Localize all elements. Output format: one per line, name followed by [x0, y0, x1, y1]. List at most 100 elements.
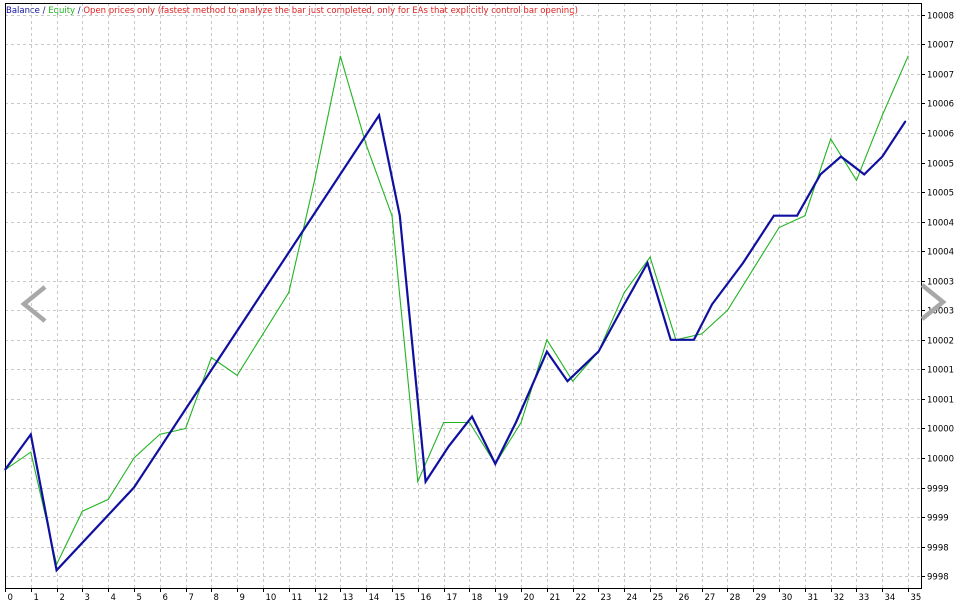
equity-point — [288, 291, 290, 294]
x-axis-ticks: 0 1 2 3 4 5 6 7 8 9 10 11 12 13 14 15 16 17 18 19 20 21 22 23 24… — [5, 588, 922, 603]
equity-point — [752, 268, 754, 270]
equity-point — [907, 55, 909, 57]
equity-point — [726, 309, 729, 311]
equity-point — [391, 215, 393, 217]
x-tick-label: 22 — [576, 593, 587, 603]
balance-point — [56, 569, 58, 571]
y-tick-label: 9999 — [927, 485, 949, 495]
equity-point — [30, 451, 32, 453]
y-tick-label: 10006 — [927, 100, 954, 110]
equity-point — [81, 510, 83, 512]
legend-balance: Balance — [6, 6, 40, 16]
x-tick-label: 35 — [911, 593, 922, 603]
equity-point — [830, 138, 832, 140]
x-tick-label: 3 — [85, 593, 90, 603]
equity-point — [443, 421, 445, 424]
chart-legend: Balance / Equity / Open prices only (fas… — [6, 6, 578, 16]
balance-point — [904, 120, 907, 122]
equity-point — [855, 179, 858, 181]
x-tick-label: 2 — [60, 593, 65, 603]
x-tick-label: 12 — [318, 593, 329, 603]
legend-equity: Equity — [48, 6, 75, 16]
balance-point — [773, 215, 775, 217]
balance-point — [425, 481, 427, 483]
x-tick-label: 20 — [524, 593, 535, 603]
y-tick-label: 9998 — [927, 573, 949, 583]
chart-container: Balance / Equity / Open prices only (fas… — [0, 0, 965, 605]
balance-point — [711, 303, 713, 305]
equity-point — [881, 114, 883, 116]
x-tick-label: 16 — [421, 593, 432, 603]
balance-point — [448, 445, 450, 447]
y-tick-label: 10008 — [927, 12, 954, 22]
x-tick-label: 8 — [214, 593, 219, 603]
y-tick-label: 10006 — [927, 130, 954, 140]
balance-point — [471, 416, 473, 418]
x-tick-label: 9 — [240, 593, 245, 603]
x-tick-label: 24 — [627, 593, 638, 603]
equity-point — [133, 457, 135, 459]
x-tick-label: 34 — [885, 593, 896, 603]
y-tick-label: 10001 — [927, 366, 954, 376]
x-tick-label: 18 — [472, 593, 483, 603]
x-tick-label: 17 — [447, 593, 458, 603]
y-tick-label: 9998 — [927, 544, 949, 554]
y-tick-label: 10005 — [927, 160, 954, 170]
balance-point — [494, 463, 496, 465]
y-tick-label: 9999 — [927, 514, 949, 524]
balance-point — [133, 486, 135, 489]
y-tick-label: 10007 — [927, 41, 954, 51]
balance-point — [566, 380, 569, 382]
y-tick-label: 10002 — [927, 337, 954, 347]
y-tick-label: 10004 — [927, 248, 954, 258]
x-tick-label: 19 — [498, 593, 509, 603]
plot-border — [5, 3, 922, 589]
balance-point — [597, 351, 600, 353]
x-tick-label: 5 — [137, 593, 142, 603]
equity-point — [236, 374, 238, 376]
equity-point — [623, 291, 625, 294]
balance-point — [399, 215, 401, 217]
equity-point — [546, 339, 548, 341]
balance-point — [881, 156, 883, 158]
balance-line — [4, 112, 907, 573]
y-tick-label: 10007 — [927, 71, 954, 81]
y-tick-label: 10005 — [927, 189, 954, 199]
x-tick-label: 27 — [705, 593, 716, 603]
equity-point — [649, 256, 651, 258]
prev-page-button[interactable] — [20, 285, 47, 323]
x-tick-label: 30 — [782, 593, 793, 603]
balance-point — [4, 469, 6, 471]
balance-equity-chart: Balance / Equity / Open prices only (fas… — [4, 3, 954, 603]
equity-point — [339, 55, 341, 57]
x-tick-label: 32 — [834, 593, 845, 603]
x-tick-label: 21 — [550, 593, 561, 603]
legend-testing-mode: Open prices only (fastest method to anal… — [83, 6, 578, 16]
x-tick-label: 15 — [395, 593, 406, 603]
chevron-left-icon — [20, 285, 47, 323]
balance-point — [378, 114, 380, 116]
balance-point — [742, 262, 744, 264]
x-tick-label: 4 — [111, 593, 116, 603]
equity-point — [314, 179, 316, 181]
equity-point — [701, 333, 703, 335]
equity-point — [210, 356, 212, 359]
equity-point — [572, 380, 574, 382]
y-tick-label: 10004 — [927, 219, 954, 229]
y-tick-label: 10000 — [927, 455, 954, 465]
x-tick-label: 26 — [679, 593, 690, 603]
x-tick-label: 31 — [808, 593, 819, 603]
equity-point — [185, 427, 187, 430]
series — [4, 55, 909, 573]
equity-point — [417, 481, 419, 483]
x-tick-label: 11 — [292, 593, 303, 603]
balance-point — [646, 262, 649, 264]
y-tick-label: 10000 — [927, 425, 954, 435]
x-tick-label: 6 — [163, 593, 168, 603]
x-tick-label: 28 — [730, 593, 741, 603]
equity-point — [778, 226, 780, 229]
balance-point — [515, 421, 517, 424]
balance-point — [670, 339, 672, 341]
x-tick-label: 1 — [34, 593, 39, 603]
grid — [5, 3, 921, 588]
